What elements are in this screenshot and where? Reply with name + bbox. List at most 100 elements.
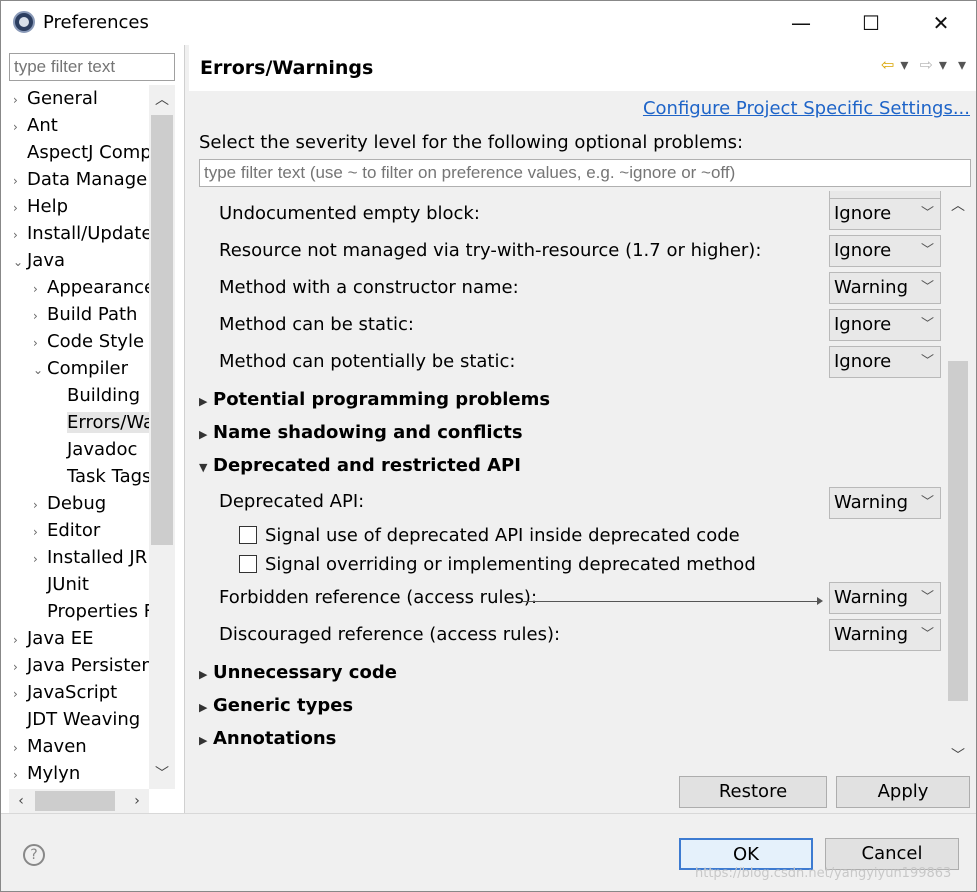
section-generic-types[interactable]: ▶ Generic types xyxy=(199,695,353,716)
tree-item[interactable]: JDT Weaving xyxy=(13,706,140,733)
severity-instruction: Select the severity level for the follow… xyxy=(199,132,744,153)
option-combo[interactable]: Warning ﹀ xyxy=(829,272,941,304)
tree-item[interactable]: AspectJ Comp xyxy=(13,139,149,166)
expanded-chevron-icon[interactable]: ⌄ xyxy=(33,357,47,384)
section-deprecated-api[interactable]: ▼ Deprecated and restricted API xyxy=(199,455,521,476)
view-menu-icon[interactable]: ▾ xyxy=(958,55,966,74)
collapsed-chevron-icon[interactable]: › xyxy=(13,627,27,654)
tree-item[interactable]: › General xyxy=(13,85,98,112)
collapsed-chevron-icon[interactable]: › xyxy=(13,87,27,114)
forward-arrow-icon[interactable]: ⇨ xyxy=(919,55,932,74)
tree-item[interactable]: › Ant xyxy=(13,112,58,139)
scroll-left-icon[interactable]: ‹ xyxy=(9,789,33,813)
tree-item[interactable]: › Debug xyxy=(33,490,106,517)
history-nav: ⇦ ▾ ⇨ ▾ ▾ xyxy=(875,55,966,74)
section-name-shadowing[interactable]: ▶ Name shadowing and conflicts xyxy=(199,422,523,443)
apply-button[interactable]: Apply xyxy=(836,776,970,808)
option-combo[interactable]: Ignore ﹀ xyxy=(829,235,941,267)
maximize-button[interactable]: ☐ xyxy=(851,9,891,37)
collapsed-chevron-icon[interactable]: › xyxy=(33,276,47,303)
scroll-thumb[interactable] xyxy=(948,361,968,701)
collapsed-chevron-icon[interactable]: › xyxy=(33,330,47,357)
forbidden-reference-combo[interactable]: Warning ﹀ xyxy=(829,582,941,614)
restore-defaults-button[interactable]: Restore Defaults xyxy=(679,776,827,832)
tree-item-label: Ant xyxy=(27,115,58,136)
tree-item[interactable]: › Help xyxy=(13,193,68,220)
close-button[interactable]: ✕ xyxy=(921,9,961,37)
tree-item-label: JDT Weaving xyxy=(27,709,141,730)
tree-item[interactable]: ⌄ Java xyxy=(13,247,65,274)
deprecated-inside-checkbox-row[interactable]: Signal use of deprecated API inside depr… xyxy=(239,525,740,546)
option-combo[interactable]: Ignore ﹀ xyxy=(829,309,941,341)
collapsed-chevron-icon[interactable]: › xyxy=(13,735,27,762)
option-combo[interactable]: Ignore ﹀ xyxy=(829,346,941,378)
tree-item[interactable]: Properties F xyxy=(33,598,149,625)
tree-item[interactable]: › Mylyn xyxy=(13,760,80,787)
problem-list-scrollbar[interactable]: ︿ ﹀ xyxy=(946,191,970,769)
nav-vertical-scrollbar[interactable]: ︿ ﹀ xyxy=(149,85,175,789)
section-potential-problems[interactable]: ▶ Potential programming problems xyxy=(199,389,550,410)
tree-item[interactable]: › Install/Update xyxy=(13,220,149,247)
tree-item-label: Errors/Wa xyxy=(67,412,149,433)
nav-filter-input[interactable] xyxy=(9,53,175,81)
section-unnecessary-code[interactable]: ▶ Unnecessary code xyxy=(199,662,397,683)
tree-item[interactable]: › Appearance xyxy=(33,274,149,301)
collapsed-chevron-icon[interactable]: › xyxy=(13,654,27,681)
deprecated-override-checkbox-row[interactable]: Signal overriding or implementing deprec… xyxy=(239,554,756,575)
option-combo[interactable]: Ignore ﹀ xyxy=(829,198,941,230)
option-label: Method can potentially be static: xyxy=(219,351,516,372)
tree-item[interactable]: › JavaScript xyxy=(13,679,117,706)
collapsed-chevron-icon[interactable]: › xyxy=(33,519,47,546)
collapsed-chevron-icon[interactable]: › xyxy=(13,114,27,141)
tree-item[interactable]: › Java Persisten xyxy=(13,652,149,679)
help-icon[interactable]: ? xyxy=(23,844,45,866)
tree-item[interactable]: › Installed JR xyxy=(33,544,147,571)
scroll-down-icon[interactable]: ﹀ xyxy=(149,761,175,787)
scroll-down-icon[interactable]: ﹀ xyxy=(946,745,970,765)
tree-item-label: Javadoc xyxy=(67,439,138,460)
configure-project-link[interactable]: Configure Project Specific Settings... xyxy=(643,98,970,119)
collapsed-chevron-icon[interactable]: › xyxy=(13,222,27,249)
problem-list: Undocumented empty block: Ignore ﹀ Resour… xyxy=(189,191,976,769)
tree-item[interactable]: › Editor xyxy=(33,517,100,544)
severity-filter-input[interactable] xyxy=(199,159,971,187)
hscroll-thumb[interactable] xyxy=(35,791,115,811)
scroll-right-icon[interactable]: › xyxy=(125,789,149,813)
tree-item-label: Help xyxy=(27,196,69,217)
tree-item[interactable]: ⌄ Compiler xyxy=(33,355,128,382)
tree-item[interactable]: › Build Path xyxy=(33,301,137,328)
collapsed-chevron-icon[interactable]: › xyxy=(13,195,27,222)
nav-horizontal-scrollbar[interactable]: ‹ › xyxy=(9,789,149,813)
discouraged-reference-combo[interactable]: Warning ﹀ xyxy=(829,619,941,651)
tree-item[interactable]: Errors/Wa xyxy=(53,409,149,436)
expanded-chevron-icon[interactable]: ⌄ xyxy=(13,249,27,276)
back-arrow-icon[interactable]: ⇦ xyxy=(881,55,894,74)
minimize-button[interactable]: — xyxy=(781,9,821,37)
tree-item[interactable]: › Data Manage xyxy=(13,166,147,193)
tree-item[interactable]: JUnit xyxy=(33,571,89,598)
dialog-footer: ? OK Cancel https://blog.csdn.net/yangyi… xyxy=(1,813,976,891)
tree-item[interactable]: › Java EE xyxy=(13,625,94,652)
collapsed-chevron-icon[interactable]: › xyxy=(13,762,27,789)
collapsed-chevron-icon[interactable]: › xyxy=(13,681,27,708)
scroll-thumb[interactable] xyxy=(151,115,173,545)
collapsed-chevron-icon[interactable]: › xyxy=(33,303,47,330)
scroll-up-icon[interactable]: ︿ xyxy=(946,195,970,215)
section-annotations[interactable]: ▶ Annotations xyxy=(199,728,336,749)
deprecated-api-combo[interactable]: Warning ﹀ xyxy=(829,487,941,519)
tree-item[interactable]: › Maven xyxy=(13,733,87,760)
tree-item[interactable]: › Code Style xyxy=(33,328,144,355)
forward-menu-icon[interactable]: ▾ xyxy=(939,55,947,74)
tree-item[interactable]: Task Tags xyxy=(53,463,149,490)
tree-item[interactable]: Building xyxy=(53,382,140,409)
collapsed-triangle-icon: ▶ xyxy=(199,734,208,747)
checkbox[interactable] xyxy=(239,526,257,544)
tree-item[interactable]: Javadoc xyxy=(53,436,137,463)
scroll-up-icon[interactable]: ︿ xyxy=(149,87,175,113)
collapsed-chevron-icon[interactable]: › xyxy=(13,168,27,195)
collapsed-chevron-icon[interactable]: › xyxy=(33,546,47,573)
collapsed-triangle-icon: ▶ xyxy=(199,428,208,441)
collapsed-chevron-icon[interactable]: › xyxy=(33,492,47,519)
back-menu-icon[interactable]: ▾ xyxy=(900,55,908,74)
checkbox[interactable] xyxy=(239,555,257,573)
